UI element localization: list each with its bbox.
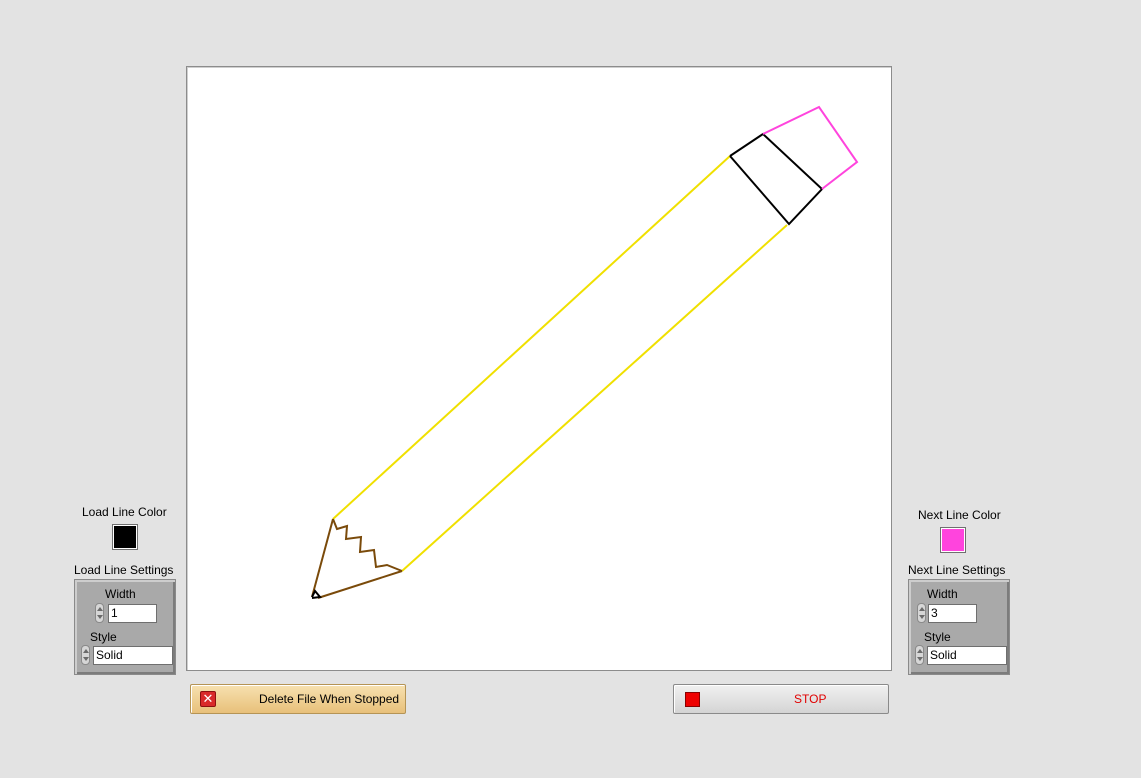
next-line-settings-label: Next Line Settings [908,563,1006,577]
next-width-field[interactable]: 3 [928,604,977,623]
load-style-label: Style [90,630,117,644]
drawing-canvas[interactable] [186,66,892,671]
pencil-tip-zigzag [332,518,403,572]
next-style-label: Style [924,630,951,644]
stop-button-label: STOP [794,692,827,706]
load-style-spinner[interactable] [81,645,90,665]
next-line-color-label: Next Line Color [918,508,1001,522]
next-style-spinner[interactable] [915,645,924,665]
pencil-ferrule-outline [729,132,824,226]
pencil-body-lower-line [401,224,788,572]
pencil-drawing [311,105,859,599]
load-line-color-label: Load Line Color [82,505,167,519]
pencil-body-upper-line [332,155,731,520]
load-line-settings-cluster: Width 1 Style Solid [74,579,176,675]
delete-file-button[interactable]: ✕ Delete File When Stopped [190,684,406,714]
next-line-settings-cluster: Width 3 Style Solid [908,579,1010,675]
next-width-spinner[interactable] [917,603,926,623]
next-width-label: Width [927,587,958,601]
close-x-icon: ✕ [200,691,216,707]
pencil-tip-left-line [311,518,334,598]
next-line-color-picker[interactable] [940,527,966,553]
load-width-field[interactable]: 1 [108,604,157,623]
pencil-tip-right-line [317,570,403,599]
next-style-field[interactable]: Solid [927,646,1007,665]
delete-file-button-label: Delete File When Stopped [259,692,400,706]
stop-button[interactable]: STOP [673,684,889,714]
load-width-spinner[interactable] [95,603,104,623]
load-width-label: Width [105,587,136,601]
load-line-color-picker[interactable] [112,524,138,550]
load-style-field[interactable]: Solid [93,646,173,665]
stop-square-icon [685,692,700,707]
load-line-settings-label: Load Line Settings [74,563,174,577]
